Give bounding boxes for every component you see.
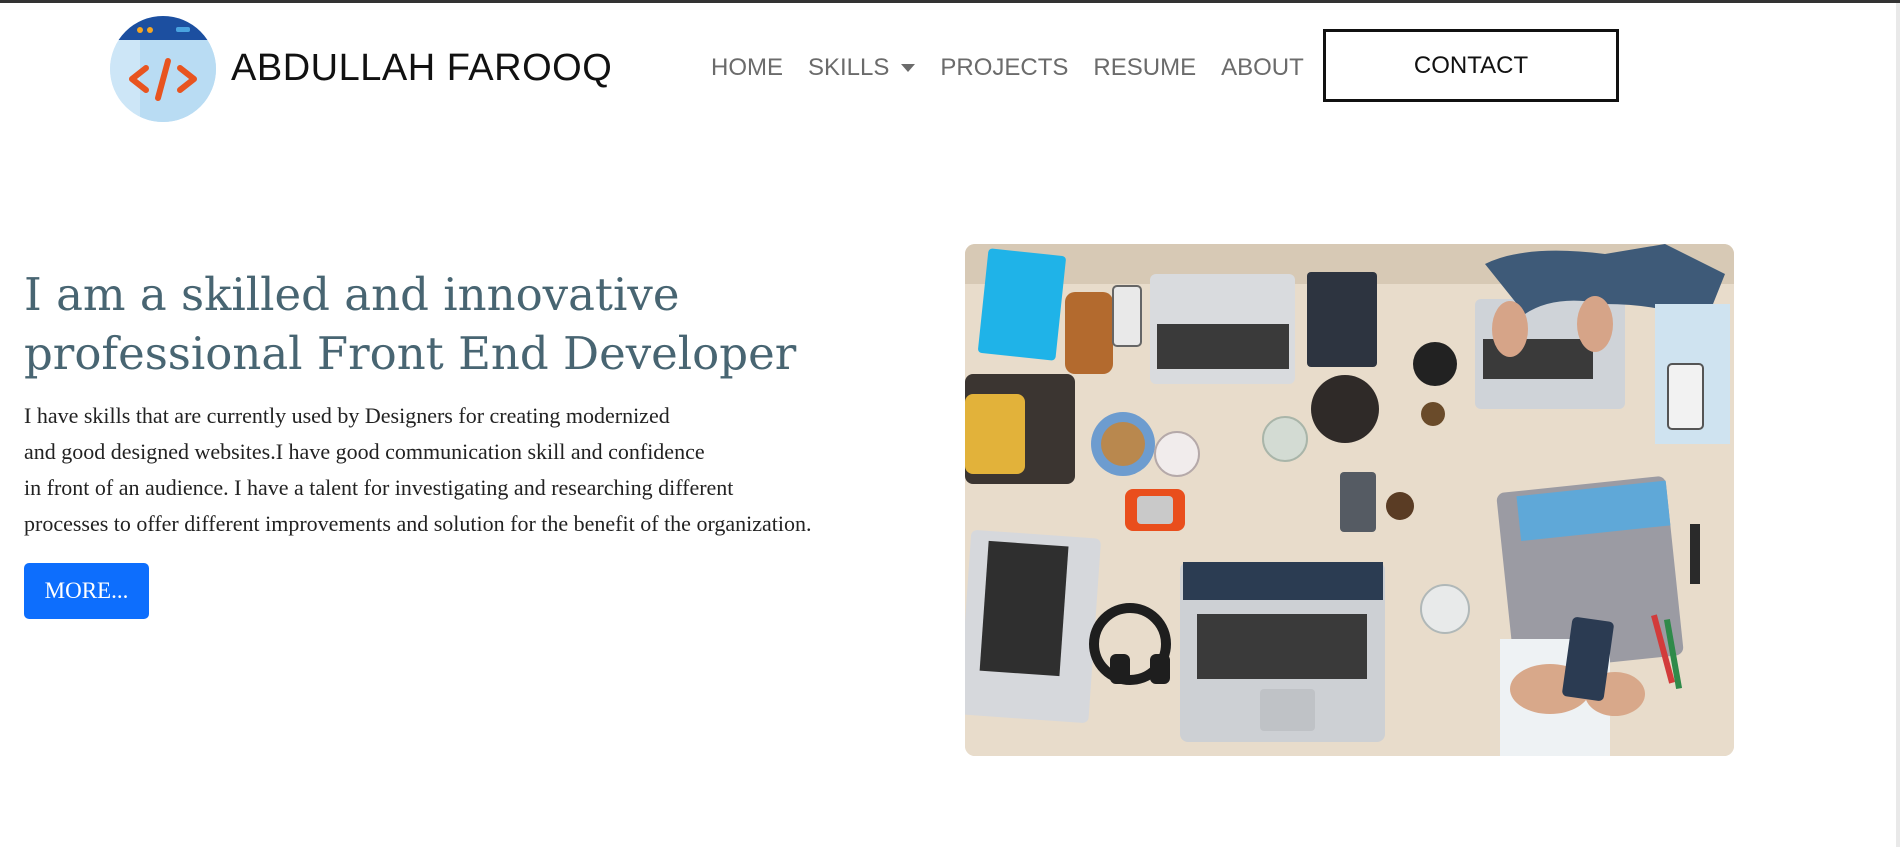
contact-button[interactable]: CONTACT (1323, 29, 1619, 102)
nav-links: HOME SKILLS PROJECTS RESUME ABOUT (711, 51, 1329, 85)
hero-workspace-image (965, 244, 1734, 756)
hero-description-line-2: and good designed websites.I have good c… (24, 439, 705, 464)
navbar: ABDULLAH FAROOQ HOME SKILLS PROJECTS RES… (0, 3, 1880, 133)
nav-projects[interactable]: PROJECTS (940, 54, 1068, 82)
nav-skills-label: SKILLS (808, 54, 890, 81)
hero-headline: I am a skilled and innovative profession… (24, 265, 924, 383)
nav-skills-dropdown[interactable]: SKILLS (808, 54, 916, 82)
hero-description: I have skills that are currently used by… (24, 398, 924, 542)
page-scrollbar[interactable] (1896, 3, 1900, 847)
nav-home-label: HOME (711, 54, 783, 81)
workspace-photo-illustration (965, 244, 1734, 756)
nav-projects-label: PROJECTS (940, 54, 1069, 81)
nav-resume[interactable]: RESUME (1093, 54, 1196, 82)
hero-headline-line-1: I am a skilled and innovative (24, 268, 680, 321)
caret-down-icon (901, 64, 916, 72)
brand-name[interactable]: ABDULLAH FAROOQ (231, 47, 612, 90)
hero-headline-line-2: professional Front End Developer (24, 327, 797, 380)
nav-resume-label: RESUME (1093, 54, 1197, 81)
nav-about[interactable]: ABOUT (1221, 54, 1304, 82)
nav-home[interactable]: HOME (711, 54, 783, 82)
code-brackets-icon (110, 16, 216, 122)
nav-about-label: ABOUT (1221, 54, 1304, 81)
more-button[interactable]: MORE... (24, 563, 149, 619)
hero-description-line-4: processes to offer different improvement… (24, 511, 812, 536)
hero-description-line-3: in front of an audience. I have a talent… (24, 475, 734, 500)
logo[interactable] (110, 16, 216, 122)
hero-description-line-1: I have skills that are currently used by… (24, 403, 670, 428)
